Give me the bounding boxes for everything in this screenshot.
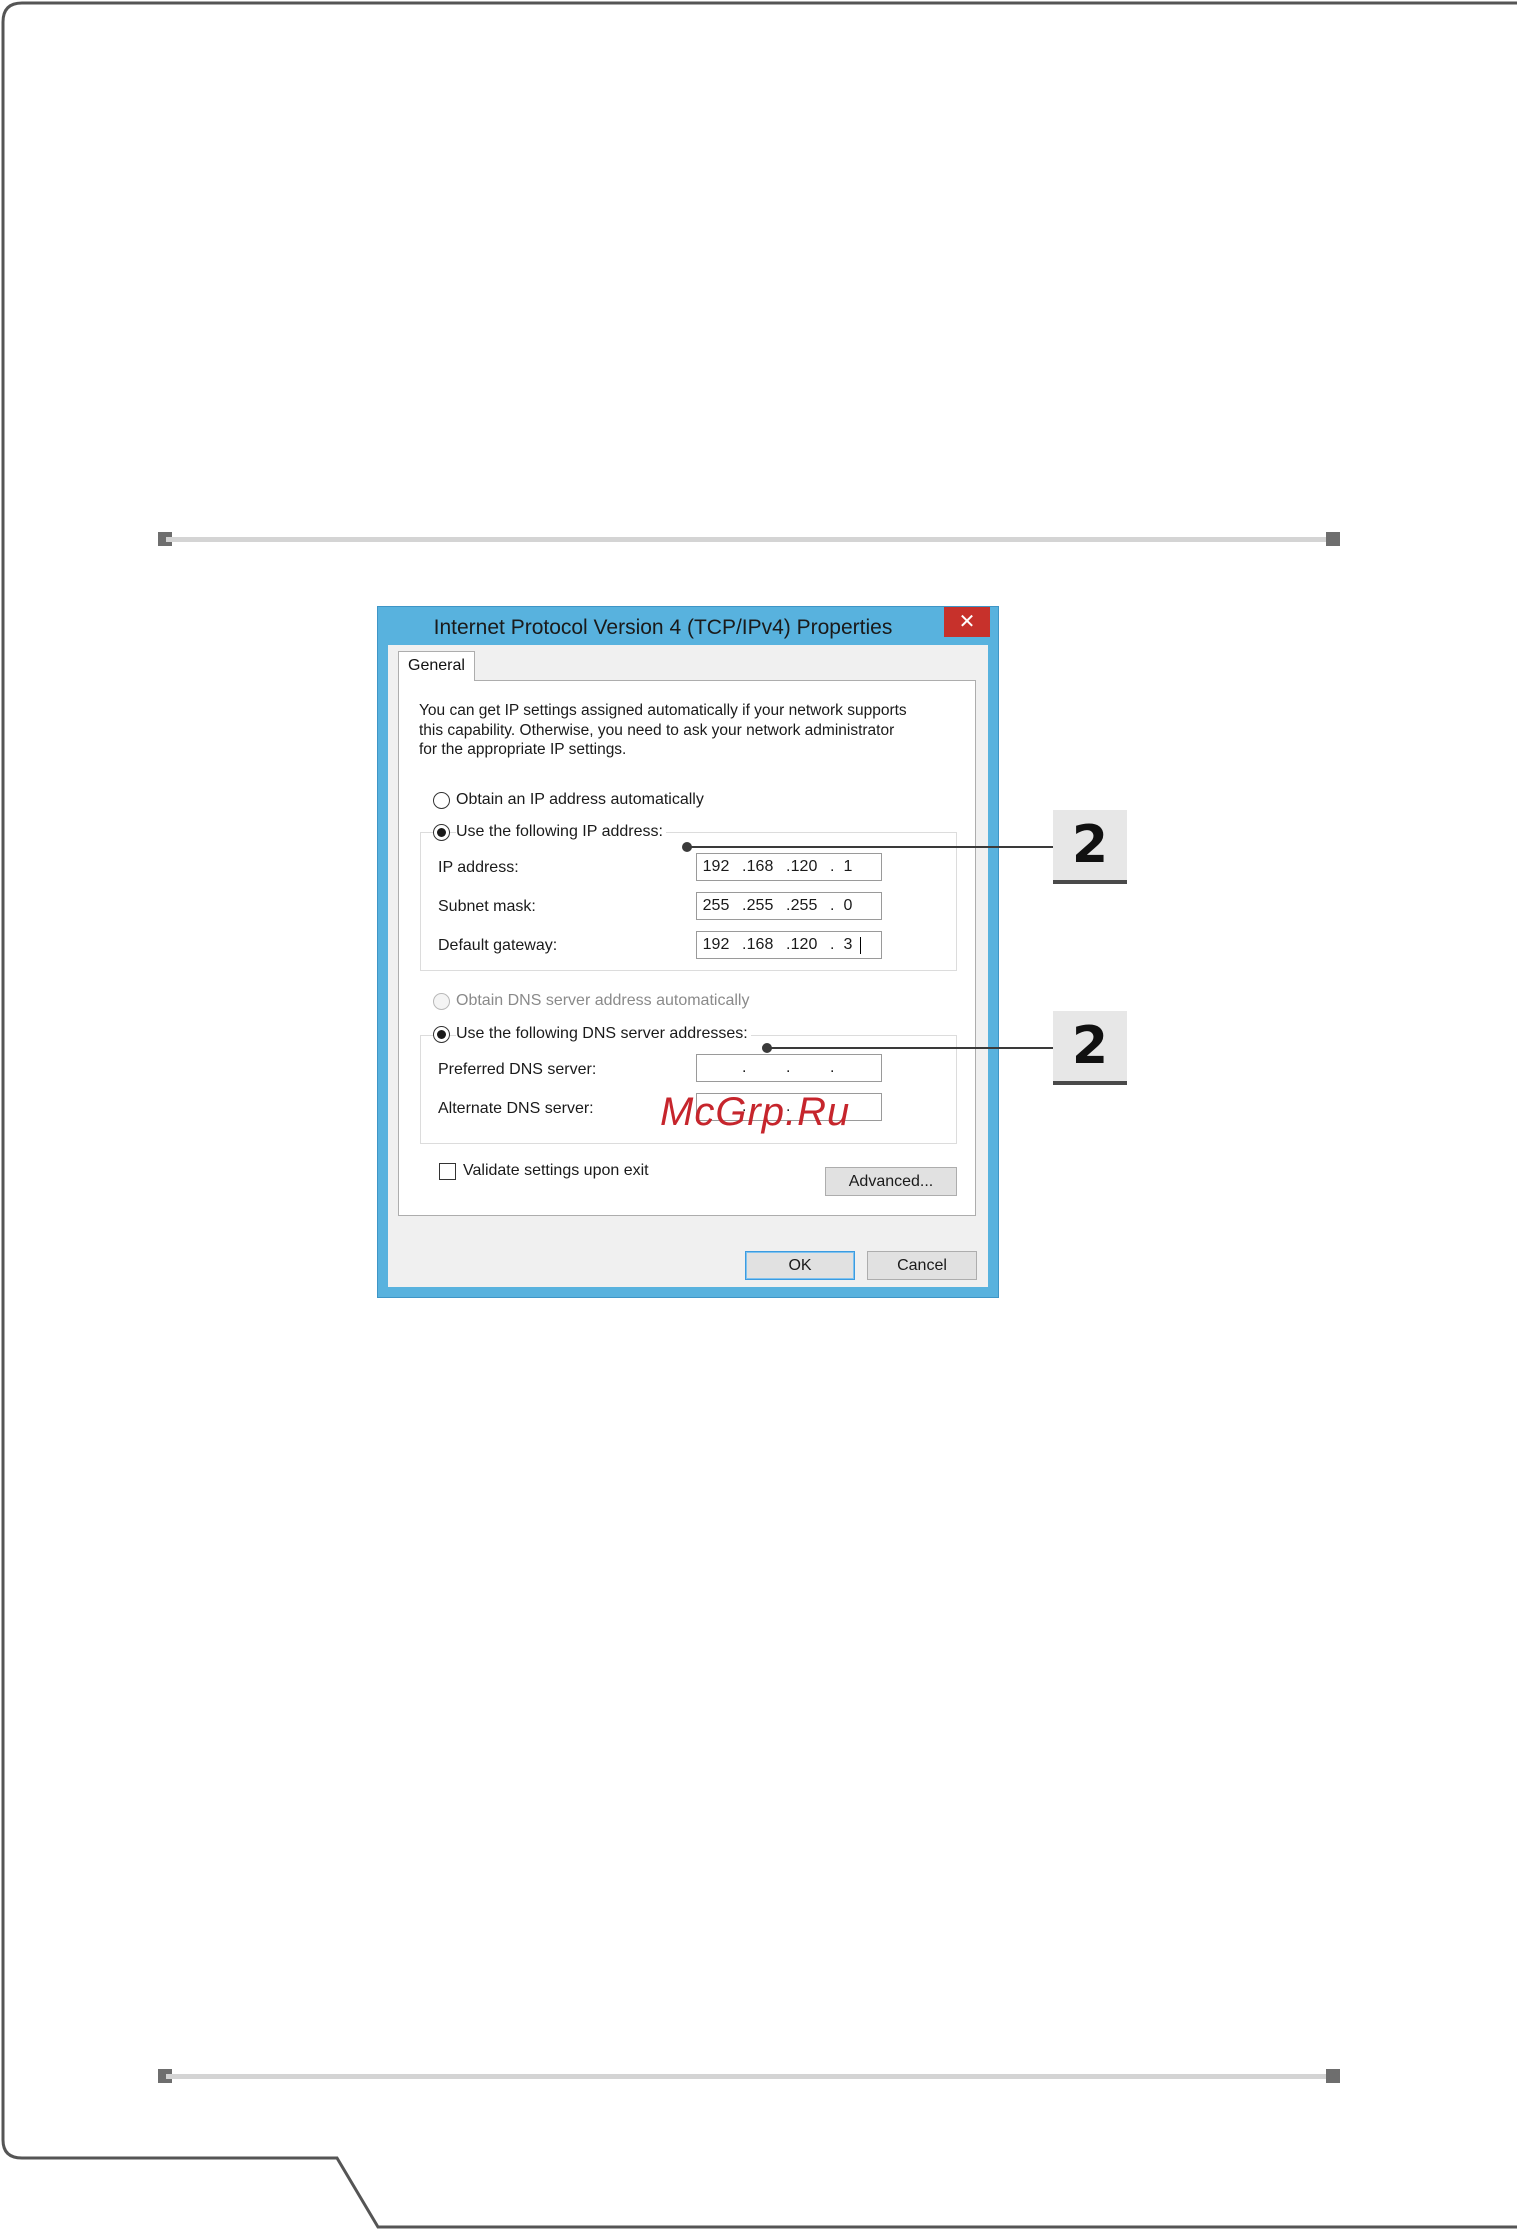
advanced-button[interactable]: Advanced...: [825, 1167, 957, 1196]
dialog-client-area: General You can get IP settings assigned…: [388, 645, 988, 1287]
ip-address-label: IP address:: [438, 859, 519, 876]
close-button[interactable]: ✕: [944, 607, 990, 637]
text-cursor: [860, 937, 861, 954]
alternate-dns-label: Alternate DNS server:: [438, 1100, 594, 1117]
callout-badge: 2: [1053, 1011, 1127, 1085]
title-bar[interactable]: Internet Protocol Version 4 (TCP/IPv4) P…: [378, 607, 998, 645]
tcpip-properties-dialog: Internet Protocol Version 4 (TCP/IPv4) P…: [377, 606, 999, 1298]
subnet-mask-input[interactable]: 255 . 255 . 255 . 0: [696, 892, 882, 920]
intro-text: You can get IP settings assigned automat…: [419, 702, 907, 758]
tab-general[interactable]: General: [398, 651, 475, 681]
validate-settings-checkbox[interactable]: [439, 1163, 456, 1180]
obtain-dns-auto-label[interactable]: Obtain DNS server address automatically: [456, 992, 749, 1010]
validate-settings-label[interactable]: Validate settings upon exit: [463, 1162, 649, 1180]
use-following-ip-label[interactable]: Use the following IP address:: [456, 823, 666, 841]
ip-address-input[interactable]: 192 . 168 . 120 . 1: [696, 853, 882, 881]
separator-end-right: [1326, 2069, 1340, 2083]
subnet-mask-label: Subnet mask:: [438, 898, 536, 915]
callout-leader-line: [687, 846, 1053, 848]
use-following-dns-label[interactable]: Use the following DNS server addresses:: [456, 1025, 751, 1043]
bottom-separator: [158, 2069, 1340, 2083]
preferred-dns-input[interactable]: . . .: [696, 1054, 882, 1082]
separator-end-right: [1326, 532, 1340, 546]
dialog-title: Internet Protocol Version 4 (TCP/IPv4) P…: [433, 616, 893, 639]
general-tab-panel: You can get IP settings assigned automat…: [398, 680, 976, 1216]
cancel-button[interactable]: Cancel: [867, 1251, 977, 1280]
radio-obtain-ip-auto[interactable]: [433, 792, 450, 809]
watermark: McGrp.Ru: [660, 1090, 851, 1134]
radio-use-following-ip[interactable]: [433, 824, 450, 841]
radio-use-following-dns[interactable]: [433, 1026, 450, 1043]
callout-leader-line: [767, 1047, 1053, 1049]
close-icon: ✕: [958, 609, 976, 633]
callout-badge: 2: [1053, 810, 1127, 884]
top-separator: [158, 532, 1340, 546]
default-gateway-label: Default gateway:: [438, 937, 558, 954]
radio-obtain-dns-auto[interactable]: [433, 993, 450, 1010]
preferred-dns-label: Preferred DNS server:: [438, 1061, 597, 1078]
obtain-ip-auto-label[interactable]: Obtain an IP address automatically: [456, 791, 704, 809]
default-gateway-input[interactable]: 192 . 168 . 120 . 3: [696, 931, 882, 959]
ok-button[interactable]: OK: [745, 1251, 855, 1280]
